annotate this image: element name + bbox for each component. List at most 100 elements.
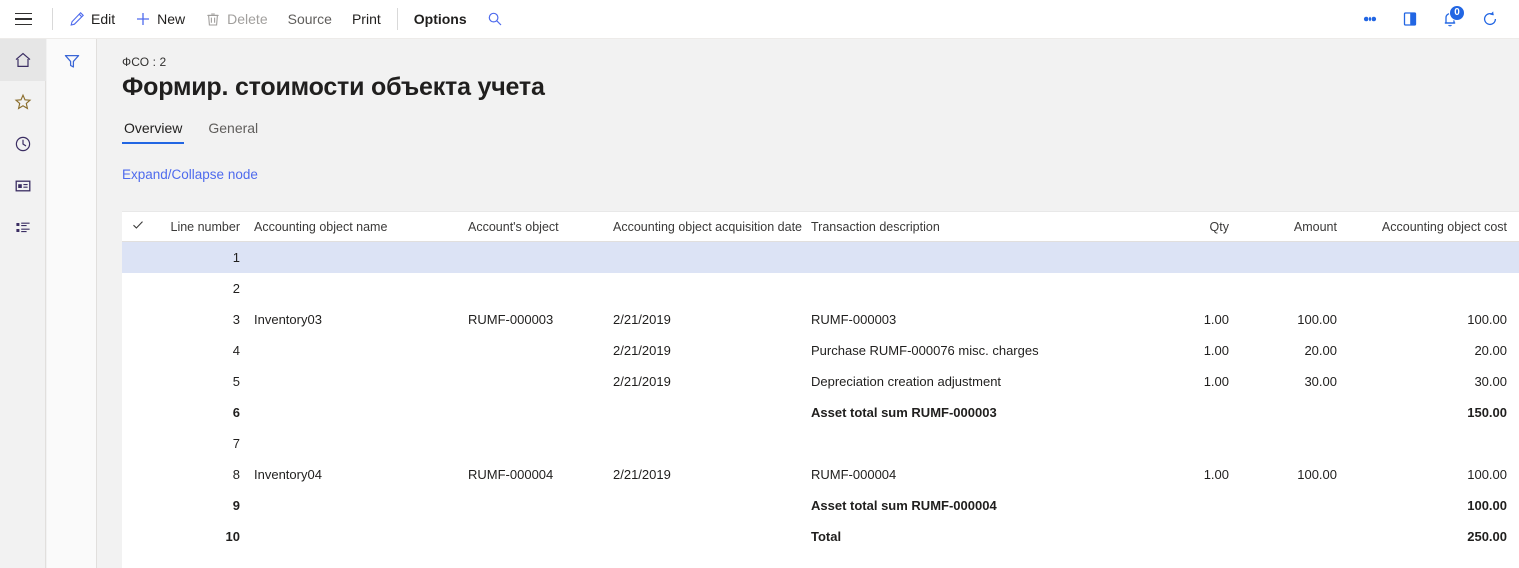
cell-object-cost[interactable]: 100.00: [1337, 467, 1519, 482]
trash-icon: [205, 11, 221, 27]
application-window: Edit New Delete Source Print Options 0 Ф…: [0, 0, 1519, 568]
left-navigation-rail: [0, 39, 46, 568]
recent-icon: [15, 136, 31, 152]
refresh-icon[interactable]: [1471, 0, 1509, 39]
expand-collapse-node-link[interactable]: Expand/Collapse node: [122, 167, 258, 182]
sidebar-item-modules[interactable]: [0, 207, 46, 249]
table-row[interactable]: 1: [122, 242, 1519, 273]
filter-funnel-icon[interactable]: [47, 39, 97, 83]
cell-qty[interactable]: 1.00: [1151, 343, 1229, 358]
cell-object-cost[interactable]: 30.00: [1337, 374, 1519, 389]
column-header-object-name[interactable]: Accounting object name: [246, 220, 468, 234]
select-all-checkmark-icon[interactable]: [122, 219, 154, 234]
grid-header-row: Line number Accounting object name Accou…: [122, 212, 1519, 242]
sidebar-item-home[interactable]: [0, 39, 46, 81]
search-button[interactable]: [477, 0, 513, 39]
cell-line-number[interactable]: 7: [154, 436, 246, 451]
source-button[interactable]: Source: [278, 0, 342, 39]
cell-acquisition-date[interactable]: 2/21/2019: [613, 374, 811, 389]
table-row[interactable]: 6 Asset total sum RUMF-000003 150.00: [122, 397, 1519, 428]
favorites-icon: [14, 93, 32, 110]
sidebar-item-favorites[interactable]: [0, 81, 46, 123]
cell-description[interactable]: RUMF-000003: [811, 312, 1151, 327]
notifications-bell-icon[interactable]: 0: [1431, 0, 1469, 39]
cell-acquisition-date[interactable]: 2/21/2019: [613, 467, 811, 482]
sidebar-item-workspaces[interactable]: [0, 165, 46, 207]
table-row[interactable]: 3 Inventory03 RUMF-000003 2/21/2019 RUMF-000…: [122, 304, 1519, 335]
options-button-label: Options: [413, 11, 467, 27]
column-header-acquisition-date[interactable]: Accounting object acquisition date: [613, 220, 811, 234]
cell-line-number[interactable]: 8: [154, 467, 246, 482]
print-button[interactable]: Print: [342, 0, 391, 39]
cell-line-number[interactable]: 10: [154, 529, 246, 544]
table-row[interactable]: 5 2/21/2019 Depreciation creation adjustme…: [122, 366, 1519, 397]
sidebar-item-recent[interactable]: [0, 123, 46, 165]
cell-object-cost[interactable]: 100.00: [1337, 498, 1519, 513]
cell-line-number[interactable]: 6: [154, 405, 246, 420]
cell-qty[interactable]: 1.00: [1151, 374, 1229, 389]
cell-accounts-object[interactable]: RUMF-000003: [468, 312, 613, 327]
tab-general[interactable]: General: [206, 116, 260, 144]
settings-gear-icon[interactable]: [1351, 0, 1389, 39]
filter-pane: [47, 39, 97, 568]
cell-object-cost[interactable]: 250.00: [1337, 529, 1519, 544]
cell-line-number[interactable]: 1: [154, 250, 246, 265]
table-row[interactable]: 10 Total 250.00: [122, 521, 1519, 552]
cell-line-number[interactable]: 5: [154, 374, 246, 389]
column-header-line-number[interactable]: Line number: [154, 220, 246, 234]
main-content: ФСО : 2 Формир. стоимости объекта учета …: [98, 39, 1519, 568]
column-header-amount[interactable]: Amount: [1229, 220, 1337, 234]
cell-line-number[interactable]: 3: [154, 312, 246, 327]
table-row[interactable]: 9 Asset total sum RUMF-000004 100.00: [122, 490, 1519, 521]
cell-object-name[interactable]: Inventory04: [246, 467, 468, 482]
new-button[interactable]: New: [125, 0, 195, 39]
toolbar-right-group: 0: [1351, 0, 1519, 39]
cell-amount[interactable]: 20.00: [1229, 343, 1337, 358]
cell-qty[interactable]: 1.00: [1151, 467, 1229, 482]
tab-overview[interactable]: Overview: [122, 116, 185, 144]
cell-description[interactable]: Asset total sum RUMF-000004: [811, 498, 1151, 513]
page-title: Формир. стоимости объекта учета: [122, 73, 545, 101]
print-button-label: Print: [351, 11, 381, 27]
table-row[interactable]: 2: [122, 273, 1519, 304]
new-button-label: New: [157, 11, 186, 27]
grid-toolbar: Expand/Collapse node: [122, 166, 1519, 184]
cell-accounts-object[interactable]: RUMF-000004: [468, 467, 613, 482]
cell-acquisition-date[interactable]: 2/21/2019: [613, 312, 811, 327]
column-header-accounts-object[interactable]: Account's object: [468, 220, 613, 234]
column-header-qty[interactable]: Qty: [1151, 220, 1229, 234]
hamburger-menu-icon[interactable]: [0, 0, 46, 39]
toolbar-divider-2: [396, 8, 398, 30]
cell-amount[interactable]: 100.00: [1229, 467, 1337, 482]
cell-description[interactable]: Purchase RUMF-000076 misc. charges: [811, 343, 1151, 358]
cell-description[interactable]: Total: [811, 529, 1151, 544]
record-caption: ФСО : 2: [122, 55, 167, 69]
options-button[interactable]: Options: [404, 0, 477, 39]
cell-description[interactable]: Depreciation creation adjustment: [811, 374, 1151, 389]
table-row[interactable]: 4 2/21/2019 Purchase RUMF-000076 misc. cha…: [122, 335, 1519, 366]
cell-object-name[interactable]: Inventory03: [246, 312, 468, 327]
toolbar-divider: [52, 8, 53, 30]
cell-object-cost[interactable]: 20.00: [1337, 343, 1519, 358]
cell-description[interactable]: Asset total sum RUMF-000003: [811, 405, 1151, 420]
cell-amount[interactable]: 30.00: [1229, 374, 1337, 389]
cell-amount[interactable]: 100.00: [1229, 312, 1337, 327]
data-grid: Line number Accounting object name Accou…: [122, 211, 1519, 568]
help-book-icon[interactable]: [1391, 0, 1429, 39]
cell-acquisition-date[interactable]: 2/21/2019: [613, 343, 811, 358]
cell-object-cost[interactable]: 150.00: [1337, 405, 1519, 420]
table-row[interactable]: 8 Inventory04 RUMF-000004 2/21/2019 RUMF-000…: [122, 459, 1519, 490]
cell-description[interactable]: RUMF-000004: [811, 467, 1151, 482]
cell-line-number[interactable]: 4: [154, 343, 246, 358]
table-row[interactable]: 7: [122, 428, 1519, 459]
edit-button-label: Edit: [91, 11, 116, 27]
column-header-description[interactable]: Transaction description: [811, 220, 1151, 234]
cell-line-number[interactable]: 9: [154, 498, 246, 513]
cell-object-cost[interactable]: 100.00: [1337, 312, 1519, 327]
cell-qty[interactable]: 1.00: [1151, 312, 1229, 327]
edit-button[interactable]: Edit: [59, 0, 125, 39]
column-header-object-cost[interactable]: Accounting object cost: [1337, 220, 1519, 234]
source-button-label: Source: [287, 11, 332, 27]
pencil-icon: [69, 11, 85, 27]
cell-line-number[interactable]: 2: [154, 281, 246, 296]
